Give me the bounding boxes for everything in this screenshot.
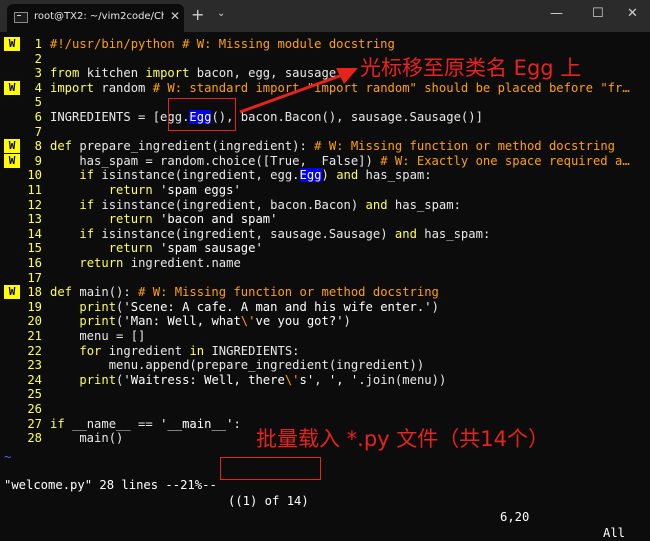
close-button[interactable]: ✕ xyxy=(627,6,638,21)
minimize-button[interactable]: — xyxy=(550,6,563,21)
maximize-button[interactable]: ☐ xyxy=(592,6,604,21)
annotation-arrow xyxy=(239,68,358,114)
tab-close-icon[interactable]: ✕ xyxy=(170,9,180,23)
terminal-tab[interactable]: root@TX2: ~/vim2code/Chapt ✕ xyxy=(7,4,184,32)
status-file-info: "welcome.py" 28 lines --21%-- xyxy=(4,478,217,492)
status-cursor-position: 6,20 xyxy=(500,510,530,524)
vim-status-line: "welcome.py" 28 lines --21%-- ((1) of 14… xyxy=(0,461,650,540)
terminal-icon xyxy=(14,12,28,23)
annotation-cursor-note: 光标移至原类名 Egg 上 xyxy=(360,56,582,80)
tab-title: root@TX2: ~/vim2code/Chapt xyxy=(34,11,164,22)
title-bar: root@TX2: ~/vim2code/Chapt ✕ + ⌄ — ☐ ✕ xyxy=(0,0,650,32)
annotation-quickfix-note: 批量载入 *.py 文件（共14个） xyxy=(256,427,550,451)
new-tab-button[interactable]: + xyxy=(191,5,204,24)
vim-editor[interactable]: W 1 #!/usr/bin/python # W: Missing module … xyxy=(0,32,650,483)
chevron-down-icon[interactable]: ⌄ xyxy=(217,8,225,19)
status-quickfix-count: ((1) of 14) xyxy=(228,494,309,508)
status-scroll: All xyxy=(603,526,626,540)
